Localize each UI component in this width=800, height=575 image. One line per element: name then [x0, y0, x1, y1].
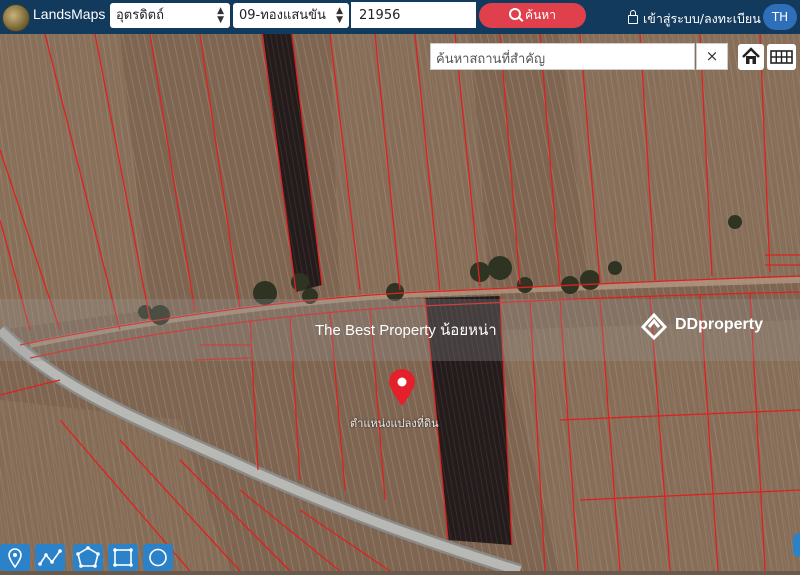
- login-link[interactable]: เข้าสู่ระบบ/ลงทะเบียน: [628, 9, 761, 29]
- watermark-text: The Best Property น้อยหน่า: [315, 322, 497, 339]
- ddproperty-brand: DDproperty: [675, 316, 764, 333]
- language-button[interactable]: TH: [763, 4, 797, 30]
- search-button-label: ค้นหา: [525, 8, 556, 22]
- rectangle-tool-button[interactable]: [108, 544, 138, 571]
- ddproperty-logo-icon: [640, 312, 668, 340]
- marker-tool-icon: [8, 548, 22, 569]
- layers-grid-button[interactable]: [767, 44, 796, 70]
- brand-name: LandsMaps: [33, 6, 106, 22]
- place-search-input[interactable]: ค้นหาสถานที่สำคัญ: [430, 43, 695, 70]
- search-button[interactable]: ค้นหา: [479, 3, 586, 28]
- lock-icon: [628, 10, 638, 24]
- marker-label: ตำแหน่งแปลงที่ดิน: [350, 417, 439, 430]
- home-button[interactable]: [738, 44, 764, 70]
- search-icon: [509, 8, 522, 20]
- satellite-map[interactable]: [0, 0, 800, 571]
- district-value: 09-ทองแสนขัน: [239, 8, 326, 23]
- map-pin-icon[interactable]: [388, 369, 416, 407]
- province-select[interactable]: อุตรดิตถ์ ▲ ▼: [110, 3, 230, 28]
- polygon-tool-button[interactable]: [73, 544, 103, 571]
- polygon-tool-icon: [76, 546, 100, 568]
- clear-search-button[interactable]: ×: [696, 43, 728, 70]
- circle-tool-button[interactable]: [143, 544, 173, 571]
- landsmaps-logo[interactable]: [2, 4, 30, 32]
- side-panel-toggle[interactable]: [793, 533, 800, 557]
- updown-chevron-icon: ▲ ▼: [336, 6, 343, 25]
- home-icon: [742, 47, 760, 64]
- province-value: อุตรดิตถ์: [116, 8, 164, 23]
- parcel-number-input[interactable]: [351, 2, 476, 28]
- marker-tool-button[interactable]: [0, 544, 30, 571]
- rectangle-tool-icon: [113, 548, 133, 567]
- grid-icon: [770, 50, 793, 64]
- updown-chevron-icon: ▲ ▼: [217, 6, 224, 25]
- line-tool-icon: [38, 549, 62, 566]
- district-select[interactable]: 09-ทองแสนขัน ▲ ▼: [233, 3, 349, 28]
- line-tool-button[interactable]: [35, 544, 65, 571]
- login-label: เข้าสู่ระบบ/ลงทะเบียน: [643, 11, 761, 26]
- circle-tool-icon: [149, 548, 167, 567]
